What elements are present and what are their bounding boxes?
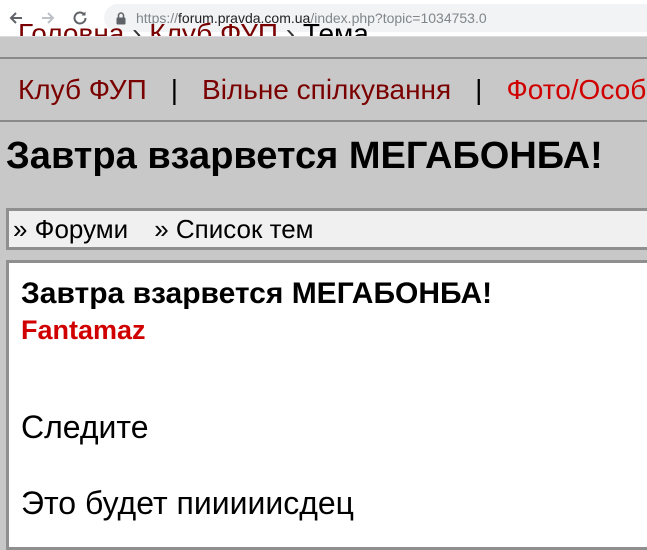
club-nav-separator: |: [475, 74, 483, 105]
forum-nav-bar: » Форуми » Список тем: [6, 208, 647, 250]
breadcrumb-club-link[interactable]: Клуб ФУП: [149, 18, 278, 36]
club-nav-separator: |: [170, 74, 179, 105]
club-nav-club-fup[interactable]: Клуб ФУП: [18, 74, 147, 105]
post-text-line: Это будет пииииисдец: [21, 485, 354, 521]
club-nav: Клуб ФУП | Вільне спілкування | Фото/Особи: [18, 74, 647, 106]
topic-list-link[interactable]: » Список тем: [154, 214, 313, 245]
post-title: Завтра взарвется МЕГАБОНБА!: [21, 277, 493, 310]
post-text-line: Следите: [21, 409, 149, 445]
post-container: Завтра взарвется МЕГАБОНБА! Fantamaz Сле…: [6, 260, 647, 550]
divider: [0, 120, 647, 122]
breadcrumb-separator: ›: [132, 18, 142, 36]
breadcrumb-home-link[interactable]: Головна: [18, 18, 124, 36]
forums-link[interactable]: » Форуми: [13, 214, 128, 245]
divider: [0, 57, 647, 59]
club-nav-photo[interactable]: Фото/Особи: [506, 74, 647, 105]
breadcrumb: Головна › Клуб ФУП › Тема: [18, 14, 369, 36]
page-title: Завтра взарвется МЕГАБОНБА!: [6, 135, 603, 177]
breadcrumb-separator: ›: [285, 18, 296, 36]
post-author-link[interactable]: Fantamaz: [21, 315, 146, 346]
club-nav-free-talk[interactable]: Вільне спілкування: [202, 74, 451, 105]
breadcrumb-current: Тема: [302, 18, 369, 36]
